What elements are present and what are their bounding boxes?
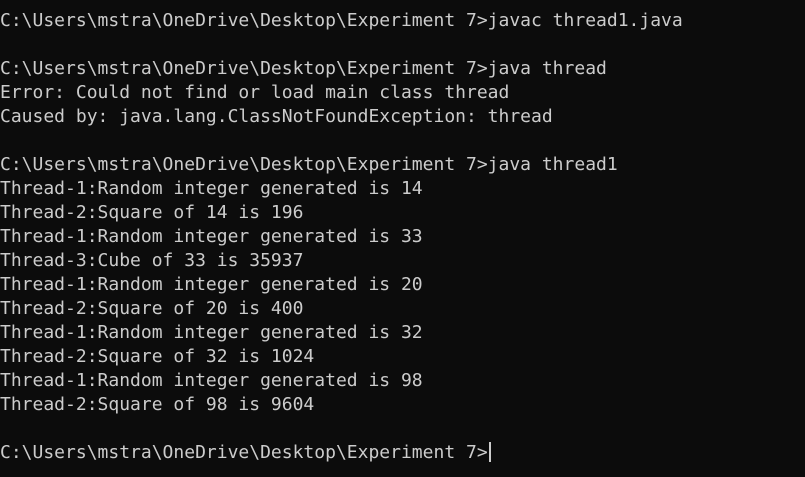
- terminal-window[interactable]: C:\Users\mstra\OneDrive\Desktop\Experime…: [0, 0, 805, 477]
- terminal-line: C:\Users\mstra\OneDrive\Desktop\Experime…: [0, 10, 683, 31]
- terminal-line: Thread-1:Random integer generated is 98: [0, 370, 423, 391]
- terminal-line: Thread-2:Square of 32 is 1024: [0, 346, 315, 367]
- terminal-line: C:\Users\mstra\OneDrive\Desktop\Experime…: [0, 154, 618, 175]
- terminal-line: Error: Could not find or load main class…: [0, 82, 510, 103]
- prompt-line[interactable]: C:\Users\mstra\OneDrive\Desktop\Experime…: [0, 441, 805, 465]
- terminal-line: Thread-2:Square of 98 is 9604: [0, 394, 315, 415]
- text-cursor: [488, 442, 491, 462]
- terminal-line: Thread-1:Random integer generated is 33: [0, 226, 423, 247]
- terminal-line: Thread-3:Cube of 33 is 35937: [0, 250, 304, 271]
- terminal-line: Thread-1:Random integer generated is 20: [0, 274, 423, 295]
- terminal-line: Thread-1:Random integer generated is 14: [0, 178, 423, 199]
- terminal-line: Thread-1:Random integer generated is 32: [0, 322, 423, 343]
- terminal-line: Thread-2:Square of 14 is 196: [0, 202, 304, 223]
- terminal-line: Thread-2:Square of 20 is 400: [0, 298, 304, 319]
- prompt-text: C:\Users\mstra\OneDrive\Desktop\Experime…: [0, 442, 488, 463]
- terminal-line: C:\Users\mstra\OneDrive\Desktop\Experime…: [0, 58, 607, 79]
- terminal-line: Caused by: java.lang.ClassNotFoundExcept…: [0, 106, 553, 127]
